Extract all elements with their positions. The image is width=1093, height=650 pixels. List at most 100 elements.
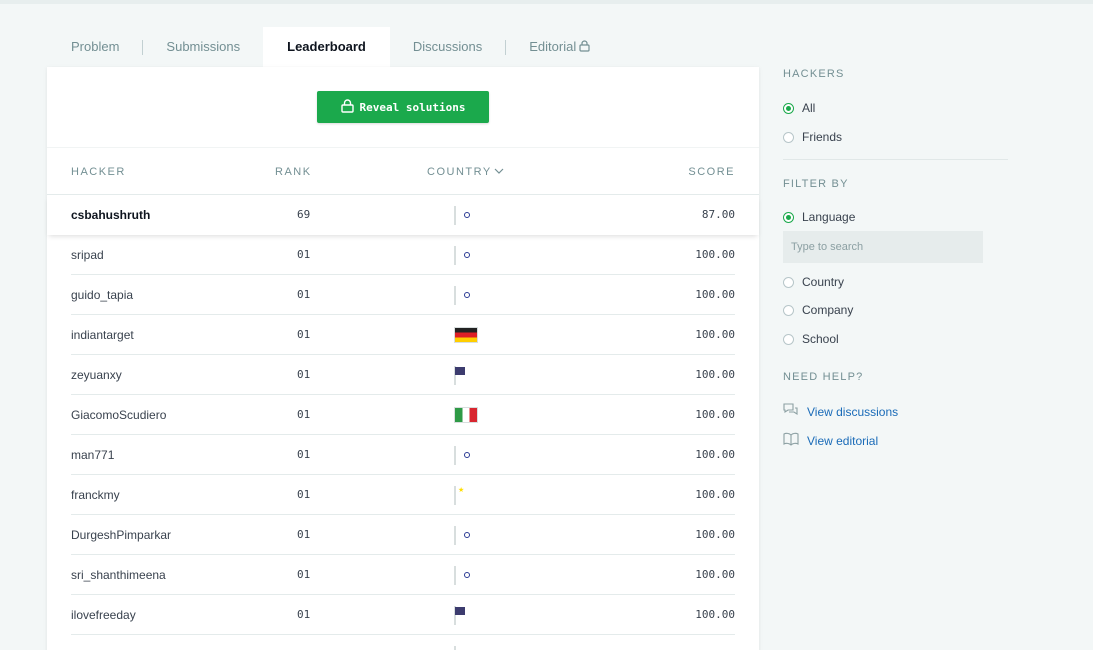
- flag-cn-icon: [454, 486, 456, 505]
- view-discussions-label: View discussions: [807, 404, 899, 419]
- table-row: ilovefreeday 01 100.00: [47, 595, 759, 635]
- top-strip: [0, 0, 1093, 4]
- table-row: franckmy 01 100.00: [47, 475, 759, 515]
- radio-company[interactable]: Company: [783, 303, 853, 317]
- rank-value: 01: [297, 368, 311, 381]
- table-row: [47, 635, 759, 650]
- score-value: 100.00: [695, 528, 735, 541]
- tab-leaderboard[interactable]: Leaderboard: [263, 27, 390, 67]
- header-hacker: HACKER: [71, 166, 126, 178]
- table-row: man771 01 100.00: [47, 435, 759, 475]
- score-value: 100.00: [695, 408, 735, 421]
- radio-school-label: School: [802, 332, 839, 346]
- reveal-area: Reveal solutions: [47, 67, 759, 147]
- radio-language[interactable]: Language: [783, 210, 855, 224]
- flag-it-icon: [454, 407, 478, 423]
- radio-selected-icon: [783, 211, 794, 223]
- hacker-name[interactable]: franckmy: [71, 488, 120, 502]
- radio-language-label: Language: [802, 210, 856, 224]
- score-value: 100.00: [695, 488, 735, 501]
- flag-in-icon: [454, 446, 456, 465]
- table-row: indiantarget 01 100.00: [47, 315, 759, 355]
- header-country[interactable]: COUNTRY: [427, 166, 504, 178]
- divider: [783, 159, 1008, 160]
- flag-in-icon: [454, 206, 456, 225]
- hacker-name[interactable]: sripad: [71, 248, 104, 262]
- rank-value: 01: [297, 448, 311, 461]
- rank-value: 01: [297, 408, 311, 421]
- hacker-name[interactable]: guido_tapia: [71, 288, 133, 302]
- flag-in-icon: [454, 646, 456, 650]
- flag-de-icon: [454, 327, 478, 343]
- tab-discussions[interactable]: Discussions: [390, 27, 505, 67]
- rank-value: 01: [297, 528, 311, 541]
- score-value: 100.00: [695, 608, 735, 621]
- radio-friends-label: Friends: [802, 130, 843, 144]
- lock-icon: [340, 98, 354, 116]
- radio-company-label: Company: [802, 303, 854, 317]
- radio-icon: [783, 304, 794, 316]
- radio-country-label: Country: [802, 275, 845, 289]
- hacker-name[interactable]: zeyuanxy: [71, 368, 122, 382]
- score-value: 100.00: [695, 368, 735, 381]
- book-icon: [783, 432, 799, 449]
- table-row: guido_tapia 01 100.00: [47, 275, 759, 315]
- chevron-down-icon: [492, 166, 504, 178]
- hacker-name[interactable]: csbahushruth: [71, 208, 150, 222]
- radio-icon: [783, 131, 794, 143]
- hacker-name[interactable]: DurgeshPimparkar: [71, 528, 171, 542]
- hacker-name[interactable]: man771: [71, 448, 114, 462]
- flag-in-icon: [454, 566, 456, 585]
- score-value: 100.00: [695, 568, 735, 581]
- radio-friends[interactable]: Friends: [783, 130, 842, 144]
- hacker-name[interactable]: GiacomoScudiero: [71, 408, 166, 422]
- help-heading: NEED HELP?: [783, 371, 864, 383]
- radio-school[interactable]: School: [783, 332, 839, 346]
- flag-us-icon: [454, 366, 456, 385]
- rank-value: 01: [297, 608, 311, 621]
- reveal-solutions-button[interactable]: Reveal solutions: [317, 91, 489, 123]
- score-value: 87.00: [701, 208, 735, 221]
- radio-country[interactable]: Country: [783, 275, 844, 289]
- hacker-name[interactable]: sri_shanthimeena: [71, 568, 166, 582]
- flag-us-icon: [454, 606, 456, 625]
- rank-value: 01: [297, 488, 311, 501]
- hackers-heading: HACKERS: [783, 68, 845, 80]
- radio-icon: [783, 276, 794, 288]
- table-row: GiacomoScudiero 01 100.00: [47, 395, 759, 435]
- header-country-label: COUNTRY: [427, 166, 492, 178]
- table-row: sri_shanthimeena 01 100.00: [47, 555, 759, 595]
- leaderboard-panel: Reveal solutions HACKER RANK COUNTRY SCO…: [47, 67, 759, 650]
- hacker-name[interactable]: ilovefreeday: [71, 608, 136, 622]
- tab-editorial-label: Editorial: [529, 39, 577, 54]
- flag-in-icon: [454, 246, 456, 265]
- rank-value: 01: [297, 328, 311, 341]
- rank-value: 01: [297, 248, 311, 261]
- rank-value: 01: [297, 288, 311, 301]
- lock-icon: [579, 28, 590, 68]
- table-row: DurgeshPimparkar 01 100.00: [47, 515, 759, 555]
- score-value: 100.00: [695, 328, 735, 341]
- tab-problem[interactable]: Problem: [47, 27, 142, 67]
- rank-value: 01: [297, 568, 311, 581]
- table-row: sripad 01 100.00: [47, 235, 759, 275]
- table-header: HACKER RANK COUNTRY SCORE: [47, 147, 759, 195]
- radio-selected-icon: [783, 102, 794, 114]
- flag-in-icon: [454, 286, 456, 305]
- tab-editorial[interactable]: Editorial: [506, 27, 613, 67]
- problem-tabs: Problem Submissions Leaderboard Discussi…: [47, 27, 613, 67]
- reveal-solutions-label: Reveal solutions: [359, 100, 466, 114]
- hacker-name[interactable]: indiantarget: [71, 328, 134, 342]
- header-rank: RANK: [275, 166, 312, 178]
- tab-submissions[interactable]: Submissions: [143, 27, 263, 67]
- radio-all[interactable]: All: [783, 101, 815, 115]
- filter-heading: FILTER BY: [783, 178, 849, 190]
- table-row: zeyuanxy 01 100.00: [47, 355, 759, 395]
- view-editorial-label: View editorial: [807, 433, 879, 448]
- view-discussions-link[interactable]: View discussions: [783, 403, 898, 420]
- view-editorial-link[interactable]: View editorial: [783, 432, 878, 449]
- rank-value: 69: [297, 208, 311, 221]
- filter-search-input[interactable]: [783, 231, 983, 263]
- radio-icon: [783, 333, 794, 345]
- chat-icon: [783, 403, 799, 420]
